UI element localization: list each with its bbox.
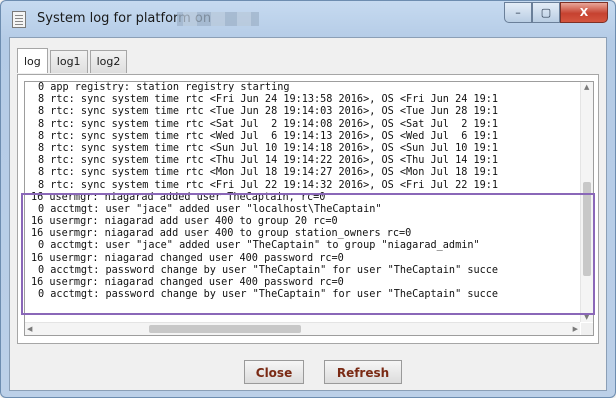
log-line: 8 rtc: sync system time rtc <Sat Jul 2 1… xyxy=(38,118,499,130)
close-icon: X xyxy=(579,6,589,19)
tab-panel-log: 0 app registry: station registry startin… xyxy=(17,74,599,344)
tab-log2[interactable]: log2 xyxy=(89,50,128,73)
log-line: 8 rtc: sync system time rtc <Fri Jun 24 … xyxy=(38,94,499,106)
log-line: 8 rtc: sync system time rtc <Mon Jul 18 … xyxy=(38,167,499,179)
minimize-icon: – xyxy=(515,6,521,19)
maximize-button[interactable]: ▢ xyxy=(532,2,560,23)
scroll-left-icon[interactable]: ◀ xyxy=(27,325,32,333)
scroll-right-icon[interactable]: ▶ xyxy=(573,325,578,333)
log-line: 8 rtc: sync system time rtc <Fri Jul 22 … xyxy=(38,179,499,191)
refresh-button[interactable]: Refresh xyxy=(324,360,402,384)
minimize-button[interactable]: – xyxy=(504,2,532,23)
dialog-body: log log1 log2 0 app registry: station re… xyxy=(9,37,607,391)
window-controls: – ▢ X xyxy=(504,2,608,23)
log-line: 8 rtc: sync system time rtc <Wed Jul 6 1… xyxy=(38,130,499,142)
tab-bar: log log1 log2 xyxy=(17,48,129,74)
tab-log1[interactable]: log1 xyxy=(49,50,88,73)
scroll-up-icon[interactable]: ▲ xyxy=(584,83,589,91)
tab-log[interactable]: log xyxy=(17,48,48,73)
close-window-button[interactable]: X xyxy=(560,2,608,23)
horizontal-scroll-thumb[interactable] xyxy=(149,325,301,333)
highlight-annotation-box xyxy=(21,193,595,315)
system-log-window: System log for platform on – ▢ X log log… xyxy=(0,0,616,398)
horizontal-scrollbar[interactable]: ◀ ▶ xyxy=(25,322,580,335)
log-line: 0 app registry: station registry startin… xyxy=(38,82,290,93)
log-line: 8 rtc: sync system time rtc <Tue Jun 28 … xyxy=(38,106,499,118)
maximize-icon: ▢ xyxy=(540,6,552,19)
document-icon xyxy=(12,11,26,28)
close-button[interactable]: Close xyxy=(244,360,304,384)
log-line: 8 rtc: sync system time rtc <Sun Jul 10 … xyxy=(38,142,499,154)
log-line: 8 rtc: sync system time rtc <Thu Jul 14 … xyxy=(38,155,499,167)
redacted-platform-name xyxy=(177,12,259,26)
scrollbar-corner xyxy=(581,323,593,335)
title-bar[interactable]: System log for platform on – ▢ X xyxy=(1,1,615,37)
